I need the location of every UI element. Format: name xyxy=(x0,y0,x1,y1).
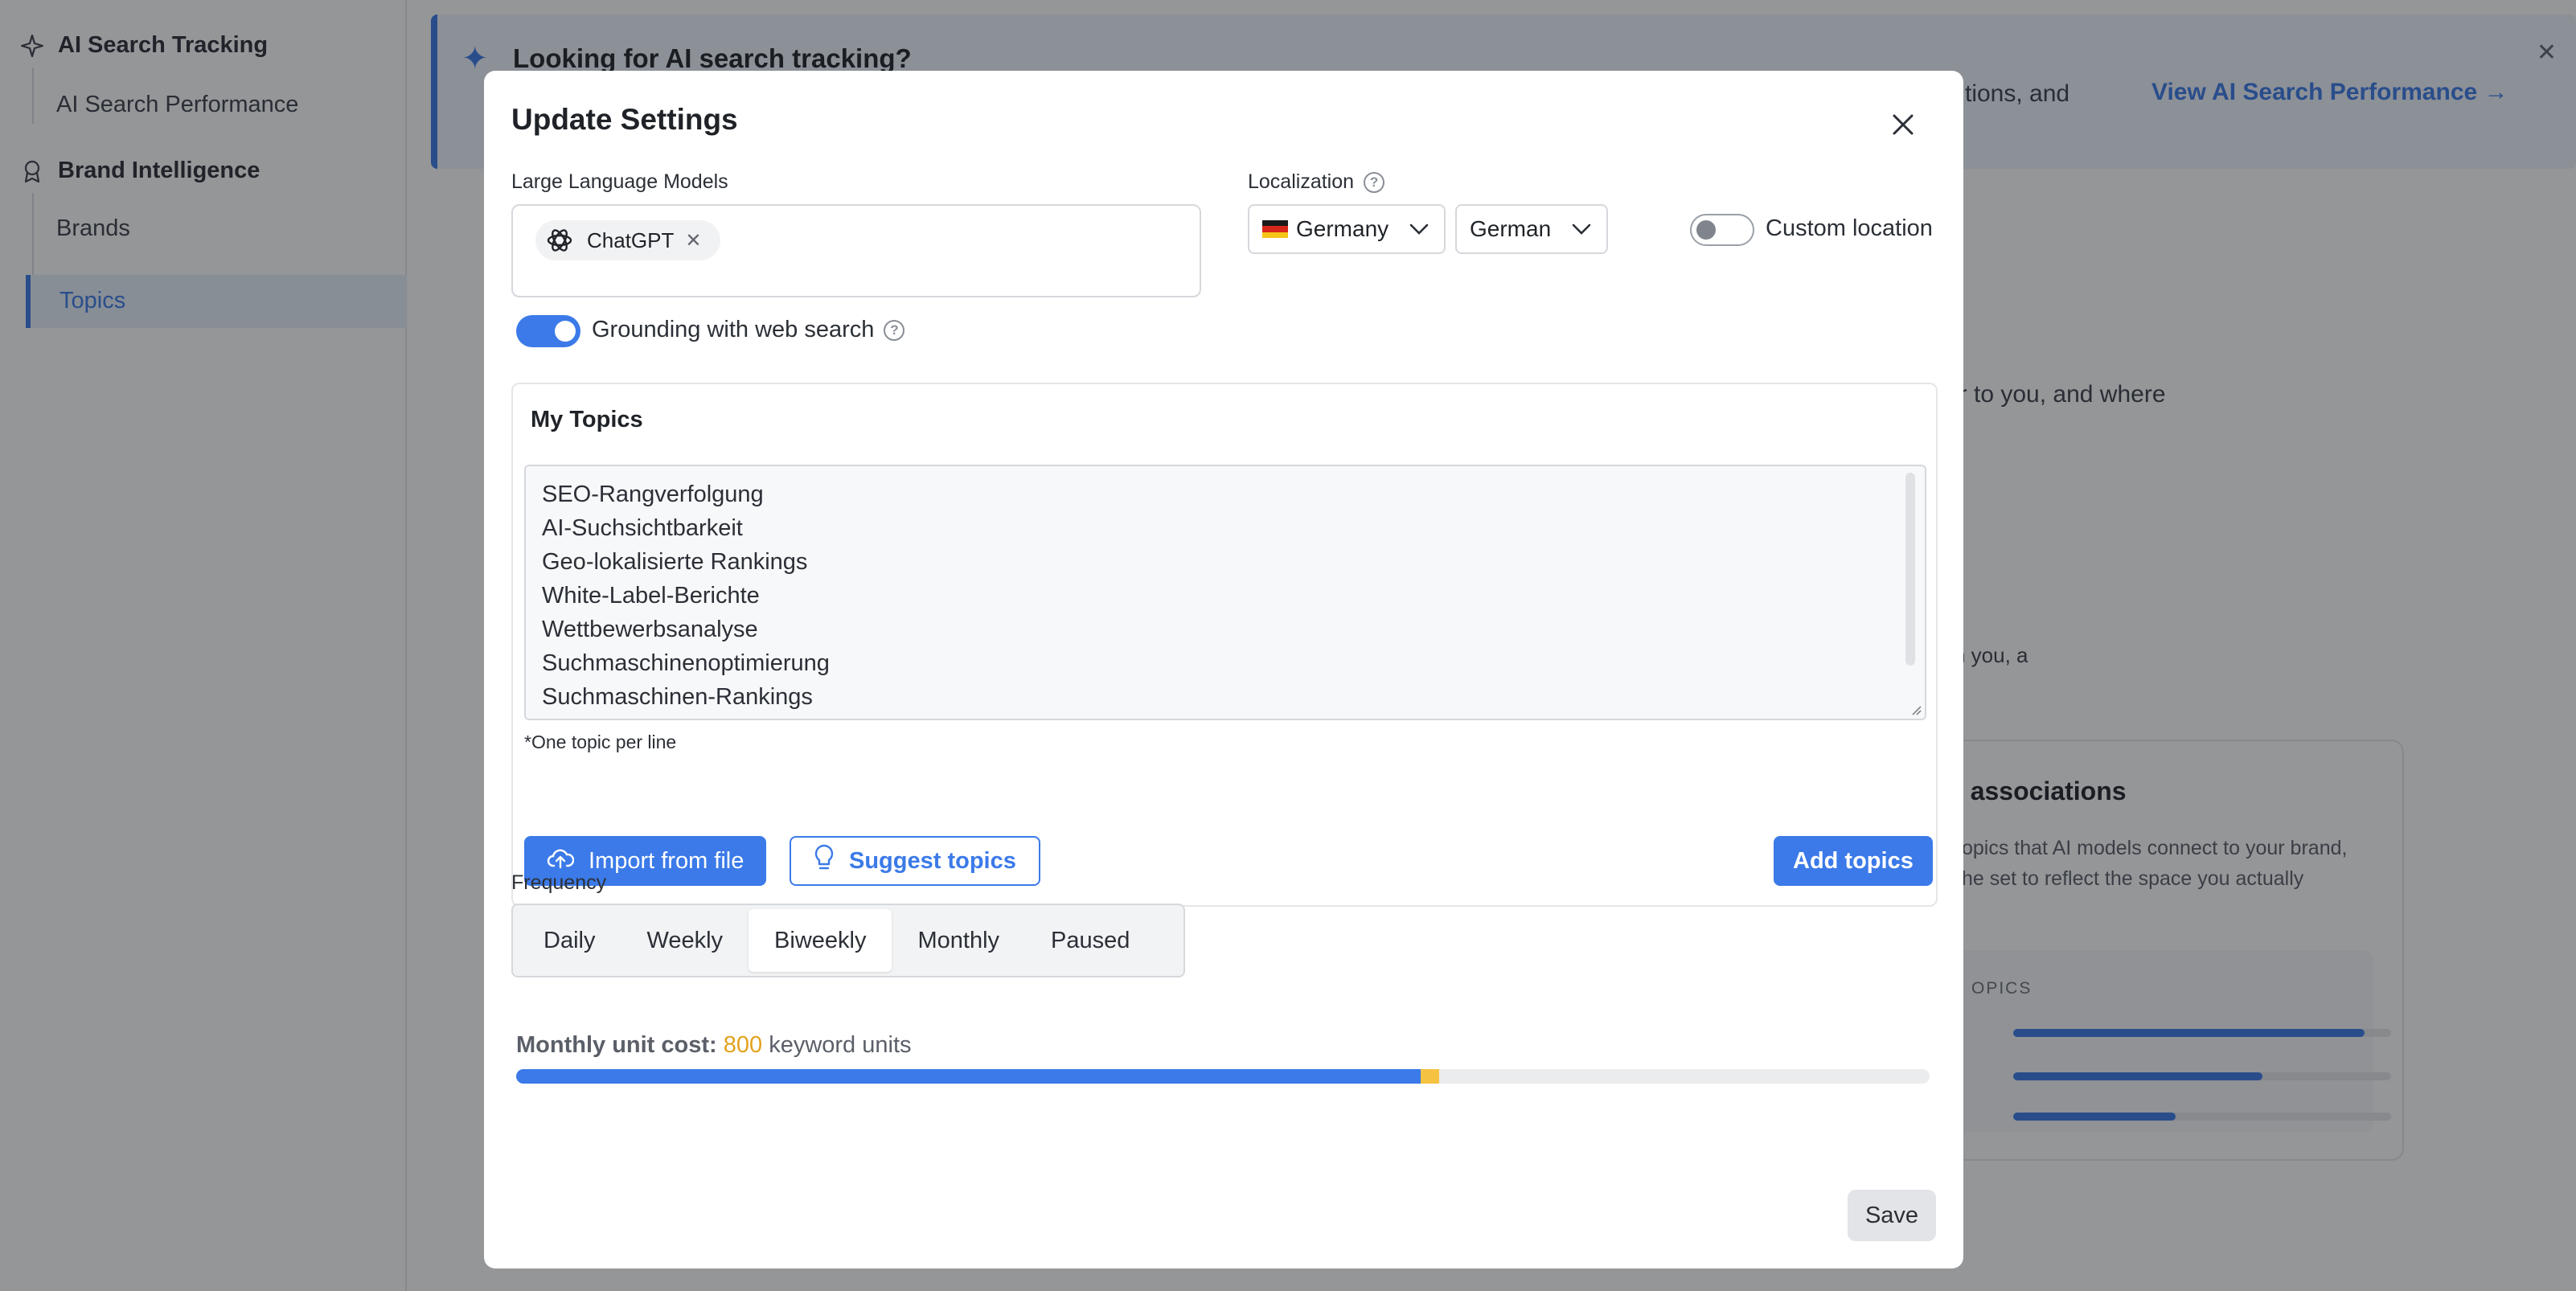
my-topics-card: My Topics SEO-Rangverfolgung AI-Suchsich… xyxy=(511,383,1938,907)
topics-hint: *One topic per line xyxy=(524,732,677,752)
remove-chip-icon[interactable]: ✕ xyxy=(685,229,701,252)
help-icon[interactable]: ? xyxy=(884,319,905,341)
save-button[interactable]: Save xyxy=(1848,1190,1936,1241)
grounding-label: Grounding with web search xyxy=(592,317,875,342)
language-select[interactable]: German xyxy=(1455,204,1608,254)
frequency-label: Frequency xyxy=(511,871,607,894)
my-topics-title: My Topics xyxy=(531,407,643,432)
language-select-value: German xyxy=(1470,216,1552,241)
cost-label: Monthly unit cost: xyxy=(516,1032,717,1058)
custom-location-label: Custom location xyxy=(1766,215,1933,241)
custom-location-toggle[interactable] xyxy=(1690,214,1754,246)
localization-label-row: Localization ? xyxy=(1248,170,1385,194)
added-units-fill xyxy=(1421,1069,1439,1084)
cost-unit: keyword units xyxy=(769,1032,912,1058)
country-select-value: Germany xyxy=(1296,216,1389,241)
chevron-down-icon xyxy=(1569,217,1594,241)
toggle-knob xyxy=(555,321,576,342)
used-units-fill xyxy=(516,1069,1421,1084)
close-button[interactable] xyxy=(1885,106,1922,143)
topic-line: Geo-lokalisierte Rankings xyxy=(542,549,808,575)
frequency-option-paused[interactable]: Paused xyxy=(1025,909,1155,972)
lightbulb-icon xyxy=(814,844,835,878)
suggest-topics-label: Suggest topics xyxy=(849,847,1016,874)
monthly-unit-cost: Monthly unit cost: 800 keyword units xyxy=(516,1032,912,1059)
topic-line: Wettbewerbsanalyse xyxy=(542,617,758,642)
import-from-file-label: Import from file xyxy=(589,847,744,874)
toggle-knob xyxy=(1696,220,1716,240)
localization-label: Localization xyxy=(1248,170,1355,193)
topic-line: AI-Suchsichtbarkeit xyxy=(542,515,743,541)
frequency-option-biweekly[interactable]: Biweekly xyxy=(749,909,892,972)
topic-line: SEO-Rangverfolgung xyxy=(542,482,764,507)
frequency-option-daily[interactable]: Daily xyxy=(518,909,621,972)
topics-textarea[interactable]: SEO-Rangverfolgung AI-Suchsichtbarkeit G… xyxy=(524,465,1926,720)
resize-handle-icon[interactable] xyxy=(1910,704,1922,715)
modal-title: Update Settings xyxy=(511,103,738,136)
unit-cost-progress-bar xyxy=(516,1069,1930,1084)
llm-chip: ChatGPT ✕ xyxy=(535,220,721,260)
frequency-segmented-control: Daily Weekly Biweekly Monthly Paused xyxy=(511,904,1185,977)
llm-multiselect[interactable]: ChatGPT ✕ xyxy=(511,204,1201,297)
topic-line: Suchmaschinenoptimierung xyxy=(542,650,830,676)
openai-logo-icon xyxy=(544,224,576,256)
chevron-down-icon xyxy=(1407,217,1431,241)
topic-line: Suchmaschinen-Rankings xyxy=(542,684,813,710)
suggest-topics-button[interactable]: Suggest topics xyxy=(790,836,1040,886)
country-select[interactable]: Germany xyxy=(1248,204,1446,254)
frequency-option-weekly[interactable]: Weekly xyxy=(621,909,749,972)
cost-value: 800 xyxy=(723,1032,763,1058)
add-topics-label: Add topics xyxy=(1793,847,1914,874)
grounding-toggle[interactable] xyxy=(516,315,580,347)
textarea-scrollbar[interactable] xyxy=(1905,473,1915,666)
germany-flag-icon xyxy=(1262,220,1288,238)
update-settings-modal: Update Settings Large Language Models Ch… xyxy=(484,71,1963,1268)
topic-line: White-Label-Berichte xyxy=(542,583,760,609)
llm-label: Large Language Models xyxy=(511,170,728,193)
grounding-label-row: Grounding with web search ? xyxy=(592,317,905,343)
help-icon[interactable]: ? xyxy=(1364,171,1385,193)
frequency-option-monthly[interactable]: Monthly xyxy=(892,909,1025,972)
add-topics-button[interactable]: Add topics xyxy=(1774,836,1933,886)
close-icon xyxy=(1893,114,1914,135)
llm-chip-label: ChatGPT xyxy=(587,227,675,252)
